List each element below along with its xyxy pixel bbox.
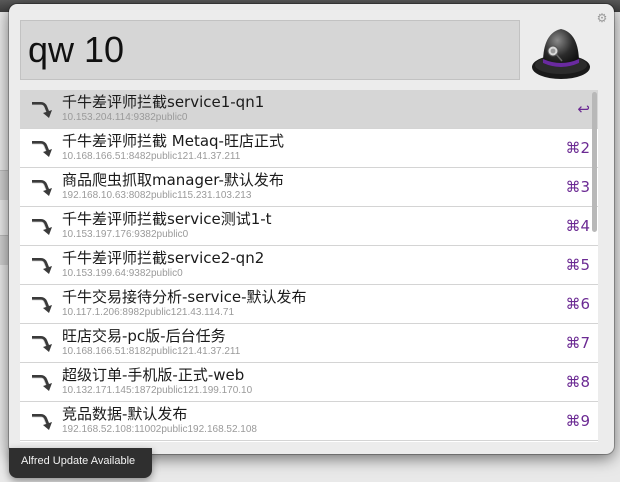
results-scrollbar[interactable] [592, 92, 597, 232]
background-panel-edge [0, 235, 8, 265]
ssh-arrow-icon [32, 297, 52, 313]
result-subtitle: 10.153.197.176:9382public0 [62, 229, 189, 240]
result-row[interactable]: 千牛差评师拦截 Metaq-旺店正式 10.168.166.51:8482publ… [20, 129, 598, 168]
result-subtitle: 10.132.171.145:1872public121.199.170.10 [62, 385, 253, 396]
result-shortcut: ⌘4 [565, 217, 590, 235]
ssh-arrow-icon [32, 141, 52, 157]
result-shortcut: ⌘6 [565, 295, 590, 313]
result-row[interactable]: 千牛差评师拦截service2-qn2 10.153.199.64:9382pub… [20, 246, 598, 285]
result-shortcut: ⌘2 [565, 139, 590, 157]
result-subtitle: 10.117.1.206:8982public121.43.114.71 [62, 307, 235, 318]
ssh-arrow-icon [32, 102, 52, 118]
result-row[interactable]: 千牛差评师拦截service1-qn1 10.153.204.114:9382pu… [20, 90, 598, 129]
result-title: 千牛交易接待分析-service-默认发布 [62, 288, 307, 306]
ssh-arrow-icon [32, 375, 52, 391]
result-row[interactable]: 竞品数据-默认发布 192.168.52.108:11002public192.1… [20, 402, 598, 441]
result-shortcut: ⌘9 [565, 412, 590, 430]
ssh-arrow-icon [32, 258, 52, 274]
result-row[interactable]: 千牛交易接待分析-service-默认发布 10.117.1.206:8982pu… [20, 285, 598, 324]
result-shortcut: ↩ [577, 100, 590, 118]
alfred-hat-icon [532, 29, 590, 79]
search-input[interactable]: qw 10 [20, 20, 520, 80]
result-subtitle: 192.168.10.63:8082public115.231.103.213 [62, 190, 252, 201]
update-notice[interactable]: Alfred Update Available [9, 448, 152, 478]
result-title: 超级订单-手机版-正式-web [62, 366, 245, 384]
alfred-window: qw 10 ⚙ 千牛差评师拦截service1-qn1 10.153.204.11… [9, 4, 614, 454]
result-title: 千牛差评师拦截service1-qn1 [62, 93, 265, 111]
result-subtitle: 10.153.199.64:9382public0 [62, 268, 183, 279]
result-subtitle: 10.153.204.114:9382public0 [62, 112, 188, 123]
update-notice-text: Alfred Update Available [21, 455, 136, 467]
result-subtitle: 10.168.166.51:8482public121.41.37.211 [62, 151, 241, 162]
result-row[interactable]: 商品爬虫抓取manager-默认发布 192.168.10.63:8082publ… [20, 168, 598, 207]
ssh-arrow-icon [32, 219, 52, 235]
background-panel-edge [0, 170, 8, 200]
result-row[interactable]: 千牛差评师拦截service测试1-t 10.153.197.176:9382pu… [20, 207, 598, 246]
search-query[interactable]: qw 10 [28, 27, 124, 73]
gear-icon[interactable]: ⚙ [596, 12, 608, 24]
result-subtitle: 192.168.52.108:11002public192.168.52.108 [62, 424, 257, 435]
result-shortcut: ⌘8 [565, 373, 590, 391]
results-list: 千牛差评师拦截service1-qn1 10.153.204.114:9382pu… [20, 90, 598, 442]
result-title: 千牛差评师拦截service2-qn2 [62, 249, 265, 267]
result-title: 竞品数据-默认发布 [62, 405, 188, 423]
result-title: 千牛差评师拦截service测试1-t [62, 210, 272, 228]
result-shortcut: ⌘7 [565, 334, 590, 352]
result-shortcut: ⌘3 [565, 178, 590, 196]
ssh-arrow-icon [32, 180, 52, 196]
result-row[interactable]: 旺店交易-pc版-后台任务 10.168.166.51:8182public121… [20, 324, 598, 363]
ssh-arrow-icon [32, 414, 52, 430]
result-row[interactable]: 超级订单-手机版-正式-web 10.132.171.145:1872public… [20, 363, 598, 402]
result-title: 千牛差评师拦截 Metaq-旺店正式 [62, 132, 284, 150]
result-title: 旺店交易-pc版-后台任务 [62, 327, 226, 345]
result-subtitle: 10.168.166.51:8182public121.41.37.211 [62, 346, 241, 357]
ssh-arrow-icon [32, 336, 52, 352]
result-shortcut: ⌘5 [565, 256, 590, 274]
result-title: 商品爬虫抓取manager-默认发布 [62, 171, 284, 189]
